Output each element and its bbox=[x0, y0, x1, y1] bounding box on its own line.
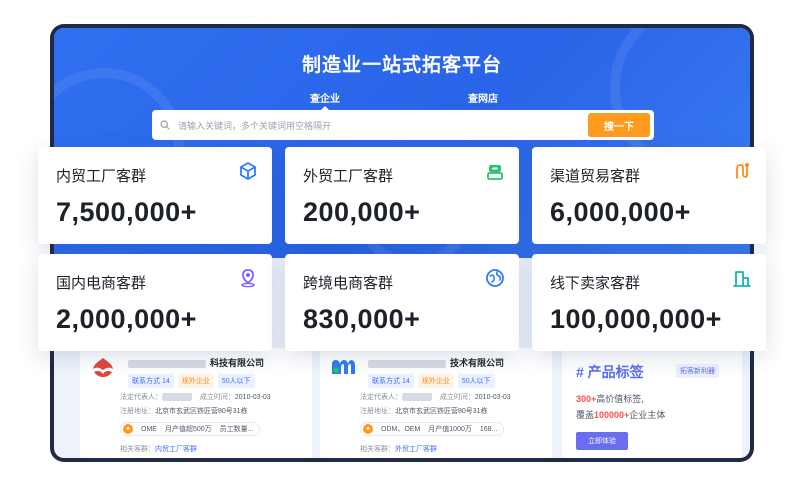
tab-company[interactable]: 查企业 bbox=[310, 90, 340, 105]
stat-card-title: 线下卖家客群 bbox=[550, 275, 641, 292]
tag-scale: 规外企业 bbox=[417, 374, 454, 388]
stat-card-title: 内贸工厂客群 bbox=[56, 168, 147, 185]
company-card[interactable]: 科技有限公司 联系方式 14 规外企业 50人以下 法定代表人： 成立时间：20… bbox=[80, 348, 312, 458]
company-legal-row: 法定代表人： 成立时间：2010-03-03 bbox=[120, 393, 271, 402]
search-input[interactable]: 请输入关键词，多个关键词用空格隔开 bbox=[178, 119, 588, 132]
company-legal-row: 法定代表人： 成立时间：2010-03-03 bbox=[360, 393, 511, 402]
route-icon bbox=[736, 163, 749, 179]
stat-card-title: 渠道贸易客群 bbox=[550, 168, 641, 185]
company-product-row: ● OME 月产值超500万 员工数量... bbox=[120, 422, 261, 436]
stat-card-title: 跨境电商客群 bbox=[303, 275, 394, 292]
company-logo-icon bbox=[93, 358, 113, 377]
promo-badge: 拓客新利器 bbox=[676, 364, 719, 378]
stat-card-value: 7,500,000+ bbox=[56, 197, 197, 227]
tag-staff: 50人以下 bbox=[217, 374, 255, 388]
stat-card-foreign-factory[interactable]: 外贸工厂客群 200,000+ bbox=[285, 147, 519, 244]
tag-contact: 联系方式 14 bbox=[368, 374, 414, 388]
tab-online-store[interactable]: 查网店 bbox=[468, 90, 498, 105]
company-address-row: 注册地址：北京市玄武区铁匠营80号31栋 bbox=[120, 408, 248, 415]
stat-card-offline-seller[interactable]: 线下卖家客群 100,000,000+ bbox=[532, 254, 766, 351]
company-address-row: 注册地址：北京市玄武区铁匠营80号31栋 bbox=[360, 408, 488, 415]
page-title: 制造业一站式拓客平台 bbox=[301, 55, 502, 76]
company-product-row: ● ODM、OEM 月产值1000万 168... bbox=[360, 422, 505, 436]
globe-icon bbox=[486, 269, 504, 287]
try-now-button[interactable]: 立即体验 bbox=[576, 432, 628, 450]
company-related: 相关客群：内贸工厂客群 bbox=[120, 446, 197, 453]
company-related: 相关客群：外贸工厂客群 bbox=[360, 446, 437, 453]
stat-card-value: 100,000,000+ bbox=[550, 304, 722, 334]
stat-card-channel-trade[interactable]: 渠道贸易客群 6,000,000+ bbox=[532, 147, 766, 244]
stat-card-title: 国内电商客群 bbox=[56, 275, 147, 292]
cube-icon bbox=[240, 162, 256, 180]
badge-icon: ● bbox=[363, 424, 373, 434]
promo-line-1: 300+高价值标签, bbox=[576, 394, 644, 404]
tag-scale: 规外企业 bbox=[177, 374, 214, 388]
company-name: 技术有限公司 bbox=[368, 356, 504, 369]
stat-card-title: 外贸工厂客群 bbox=[303, 168, 394, 185]
robot-icon bbox=[487, 165, 503, 180]
stat-card-value: 2,000,000+ bbox=[56, 304, 197, 334]
related-link[interactable]: 外贸工厂客群 bbox=[395, 446, 437, 453]
promo-title: # 产品标签 bbox=[576, 364, 644, 380]
stat-card-domestic-ecommerce[interactable]: 国内电商客群 2,000,000+ bbox=[38, 254, 272, 351]
company-name: 科技有限公司 bbox=[128, 356, 264, 369]
company-logo-icon bbox=[332, 360, 355, 374]
tag-contact: 联系方式 14 bbox=[128, 374, 174, 388]
tag-staff: 50人以下 bbox=[457, 374, 495, 388]
search-button[interactable]: 搜一下 bbox=[588, 113, 650, 137]
shop-icon bbox=[733, 271, 751, 287]
location-pin-icon bbox=[241, 269, 255, 288]
search-bar: 请输入关键词，多个关键词用空格隔开 搜一下 bbox=[152, 110, 654, 140]
search-icon bbox=[152, 120, 178, 130]
stat-card-value: 830,000+ bbox=[303, 304, 421, 334]
badge-icon: ● bbox=[123, 424, 133, 434]
company-card[interactable]: 技术有限公司 联系方式 14 规外企业 50人以下 法定代表人： 成立时间：20… bbox=[320, 348, 552, 458]
promo-line-2: 覆盖100000+企业主体 bbox=[576, 410, 666, 420]
stat-card-value: 200,000+ bbox=[303, 197, 421, 227]
stat-card-domestic-factory[interactable]: 内贸工厂客群 7,500,000+ bbox=[38, 147, 272, 244]
promo-card: # 产品标签 拓客新利器 300+高价值标签, 覆盖100000+企业主体 立即… bbox=[562, 348, 742, 458]
related-link[interactable]: 内贸工厂客群 bbox=[155, 446, 197, 453]
stat-card-cross-border-ecommerce[interactable]: 跨境电商客群 830,000+ bbox=[285, 254, 519, 351]
stat-card-value: 6,000,000+ bbox=[550, 197, 691, 227]
